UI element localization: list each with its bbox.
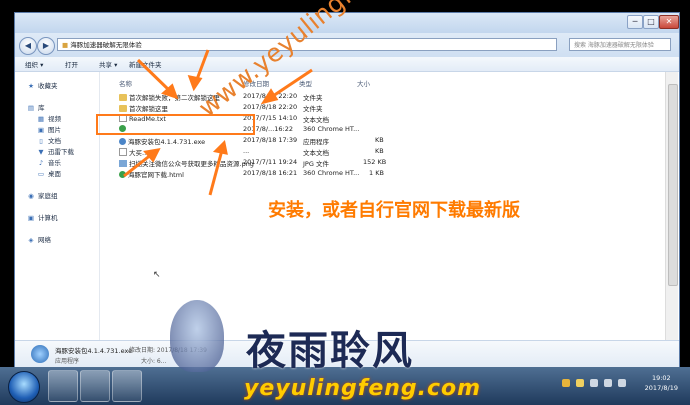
taskbar-app-installer[interactable] bbox=[112, 370, 142, 402]
volume-tray-icon[interactable] bbox=[618, 379, 626, 387]
arrow-head bbox=[212, 139, 228, 155]
arrow-line bbox=[269, 68, 313, 100]
arrow-line bbox=[208, 149, 224, 196]
tray-icon[interactable] bbox=[576, 379, 584, 387]
clock-date: 2017/8/19 bbox=[644, 384, 678, 392]
tray-icon[interactable] bbox=[562, 379, 570, 387]
logo-text-cn: 夜雨聆风 bbox=[246, 328, 414, 374]
arrow-head bbox=[187, 75, 203, 92]
arrow-line bbox=[136, 58, 174, 95]
taskbar-app-1[interactable] bbox=[48, 370, 78, 402]
logo-mark bbox=[170, 300, 224, 372]
tray-icon[interactable] bbox=[590, 379, 598, 387]
start-button[interactable] bbox=[8, 371, 40, 403]
logo-text-en: yeyulingfeng.com bbox=[244, 376, 482, 401]
taskbar-app-explorer[interactable] bbox=[80, 370, 110, 402]
arrow-head bbox=[260, 88, 279, 105]
arrow-line bbox=[123, 152, 153, 178]
clock[interactable]: 19:02 2017/8/19 bbox=[645, 373, 678, 393]
install-note: 安装，或者自行官网下载最新版 bbox=[268, 200, 520, 221]
network-tray-icon[interactable] bbox=[604, 379, 612, 387]
clock-time: 19:02 bbox=[651, 374, 671, 382]
